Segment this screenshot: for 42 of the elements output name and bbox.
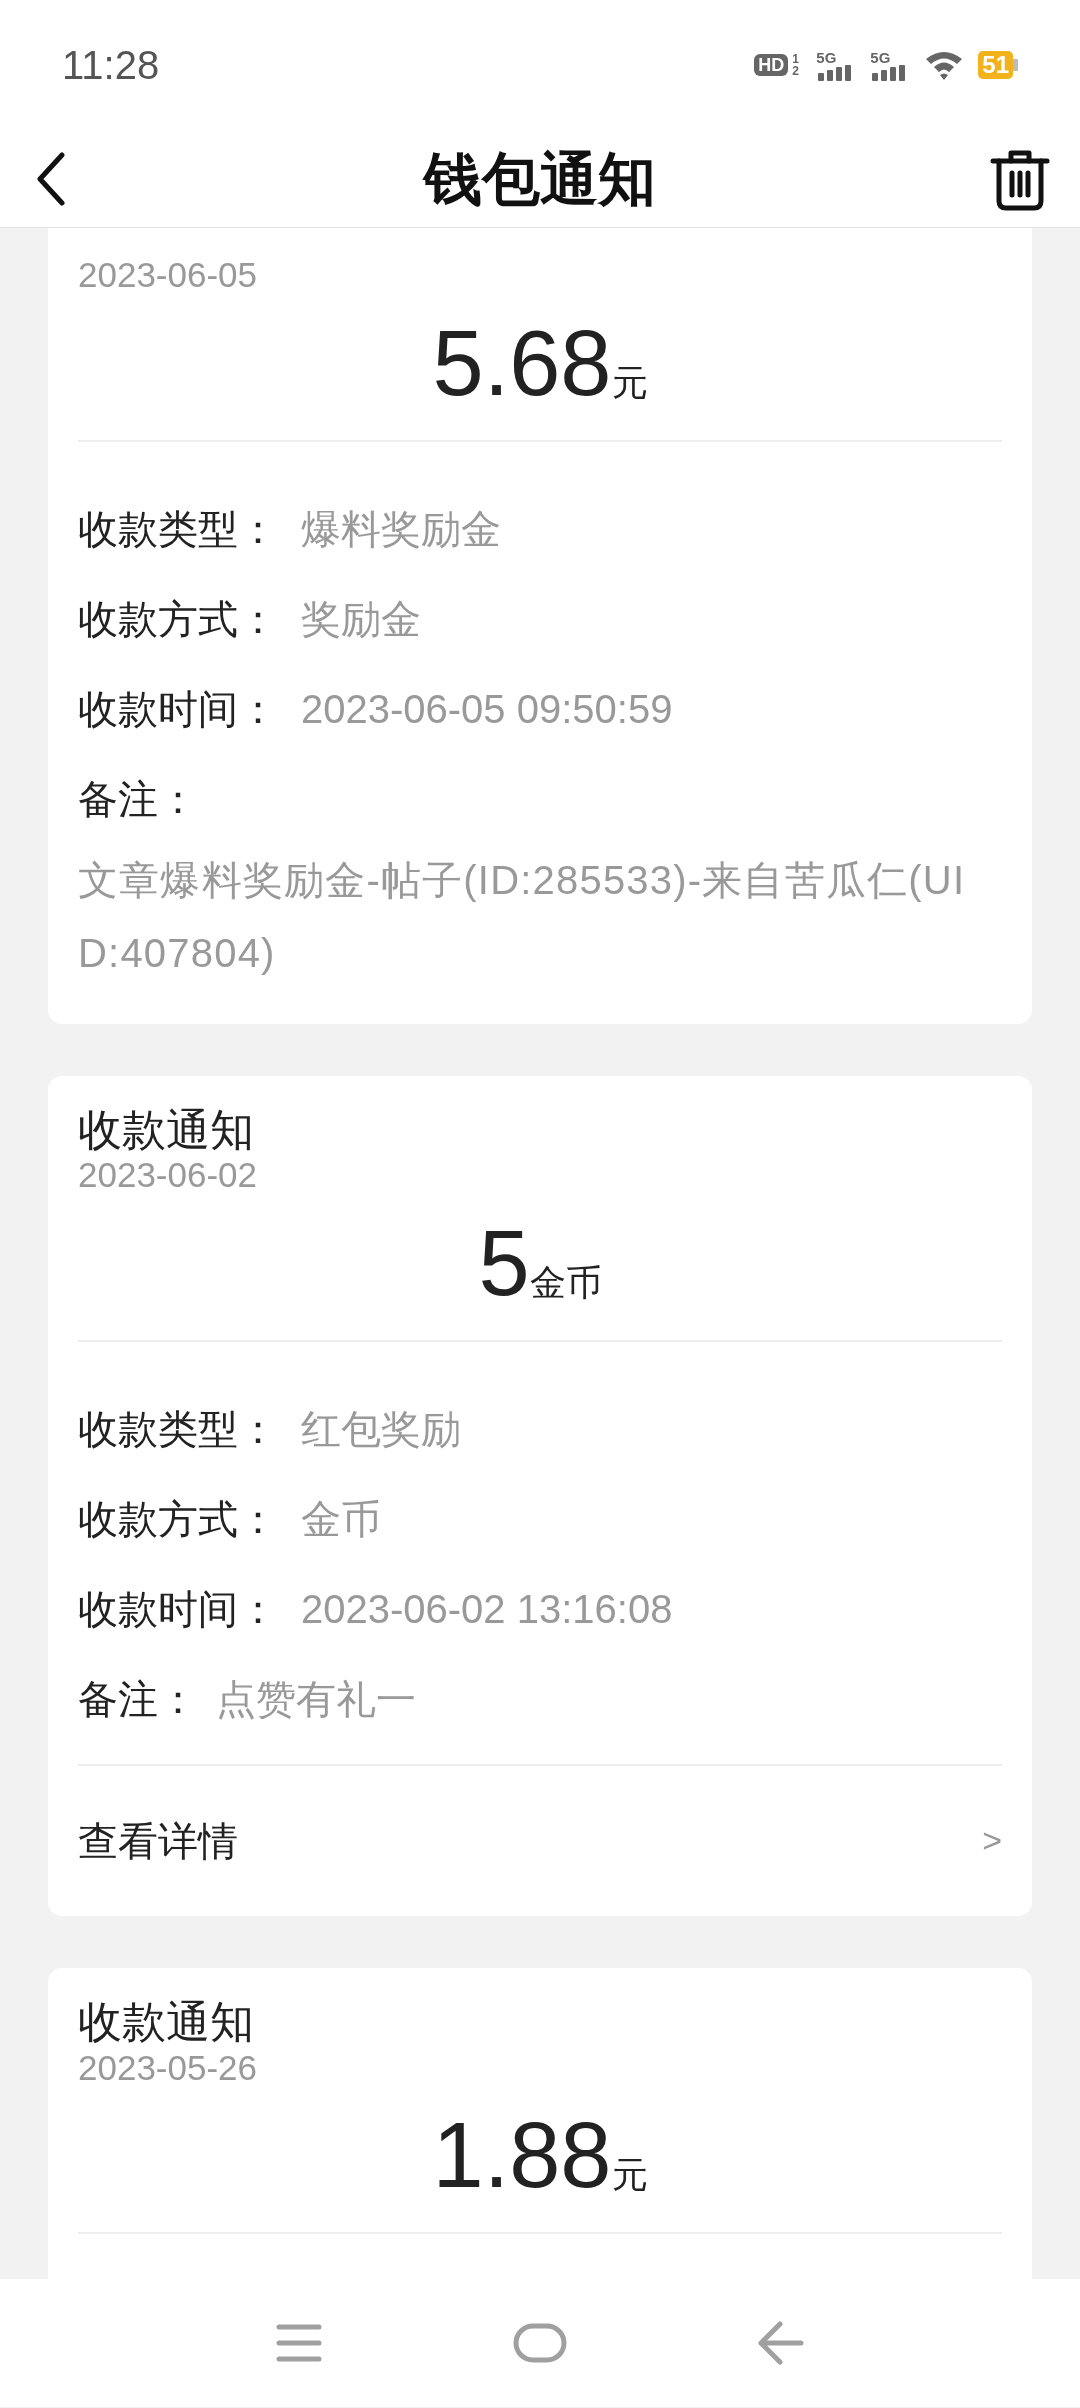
notice-title: 收款通知 [78, 1103, 254, 1156]
notice-date: 2023-06-05 [78, 255, 258, 294]
battery-tip-icon [1013, 59, 1018, 71]
hd-indicator: HD [754, 54, 789, 76]
battery-level: 51 [978, 51, 1013, 79]
field-label: 收款类型： [78, 1405, 279, 1453]
view-details-link[interactable]: 查看详情 > [78, 1765, 1002, 1916]
page-title: 钱包通知 [421, 145, 657, 213]
field-value: 金币 [301, 1495, 381, 1543]
field-value: 点赞有礼一 [216, 1675, 416, 1723]
clock-time: 11:28 [62, 42, 160, 89]
sim-slot-label: 1 2 [792, 53, 800, 77]
field-label: 收款时间： [78, 685, 279, 733]
back-arrow-icon[interactable] [758, 2321, 805, 2365]
amount-value: 1.88 [432, 2109, 612, 2202]
notice-date: 2023-05-26 [78, 2047, 258, 2087]
back-button[interactable] [36, 151, 66, 206]
field-label: 备注： [78, 1675, 198, 1723]
amount-unit: 元 [611, 2153, 648, 2198]
notice-date: 2023-06-02 [78, 1155, 258, 1195]
network-type-label: 5G [870, 49, 891, 65]
field-label: 收款方式： [78, 595, 279, 643]
amount-value: 5 [478, 1216, 530, 1309]
notice-title: 收款通知 [78, 1995, 254, 2048]
amount-unit: 金币 [529, 1260, 602, 1305]
network-type-label: 5G [816, 49, 837, 65]
back-icon [36, 151, 66, 206]
field-value: 红包奖励 [301, 1405, 461, 1453]
field-label: 收款方式： [78, 1495, 279, 1543]
field-value: 爆料奖励金 [301, 505, 501, 553]
menu-icon[interactable] [275, 2324, 322, 2362]
field-label: 备注： [78, 775, 198, 823]
field-value: 2023-06-05 09:50:59 [301, 685, 673, 733]
amount-unit: 元 [611, 360, 648, 405]
home-icon[interactable] [513, 2323, 567, 2363]
field-value: 2023-06-02 13:16:08 [301, 1585, 673, 1633]
field-label: 收款类型： [78, 505, 279, 553]
amount-value: 5.68 [432, 316, 612, 409]
field-value: 奖励金 [301, 595, 421, 643]
field-label: 收款时间： [78, 1585, 279, 1633]
remark-text: 文章爆料奖励金-帖子(ID:285533)-来自苦瓜仁(UID:407804) [78, 856, 967, 977]
wifi-icon [924, 49, 965, 81]
